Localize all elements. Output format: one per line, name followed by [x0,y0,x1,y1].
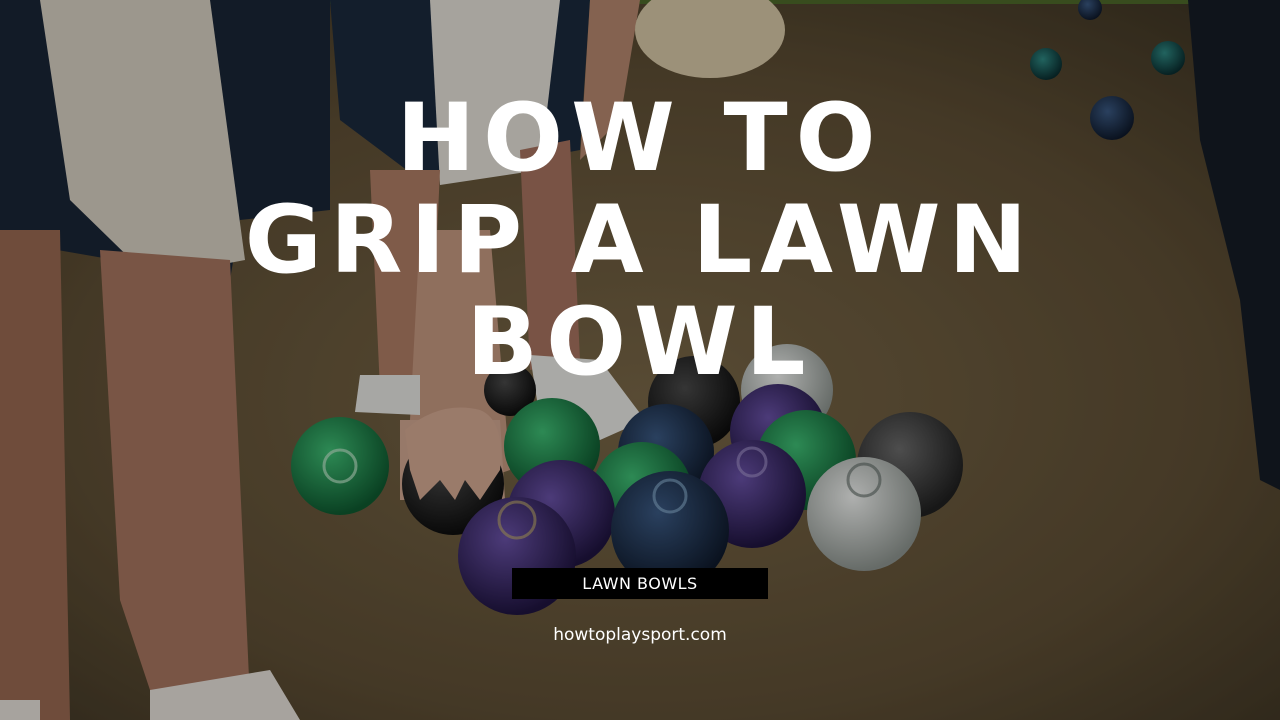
title-line-2: GRIP A LAWN [244,186,1036,295]
article-title: HOW TO GRIP A LAWN BOWL [140,88,1140,394]
title-line-3: BOWL [466,288,814,397]
site-domain[interactable]: howtoplaysport.com [440,625,840,645]
category-badge[interactable]: LAWN BOWLS [512,568,768,599]
title-line-1: HOW TO [396,84,884,193]
